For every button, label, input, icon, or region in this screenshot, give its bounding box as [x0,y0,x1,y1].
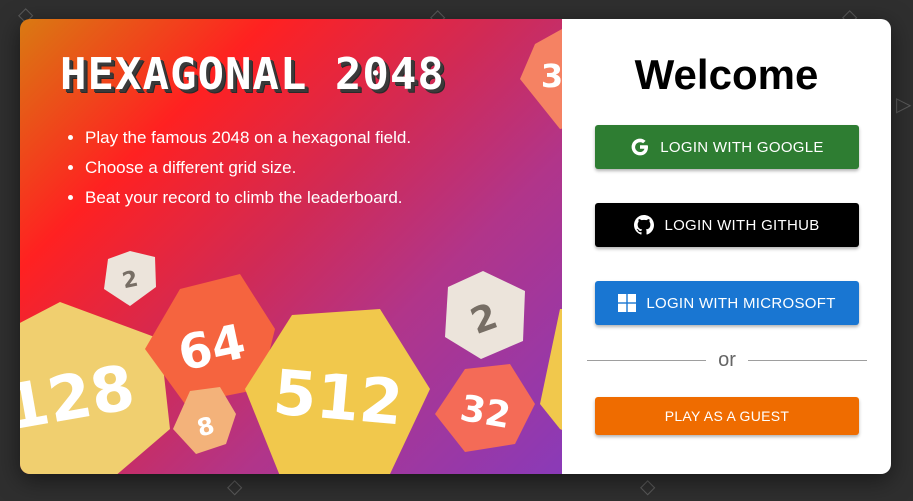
play-as-guest-label: PLAY AS A GUEST [664,408,790,424]
login-google-label: LOGIN WITH GOOGLE [660,138,824,156]
tile-2: 2 [445,271,525,359]
game-title: HEXAGONAL 2048 [60,49,445,100]
login-microsoft-label: LOGIN WITH MICROSOFT [646,294,836,312]
feature-item: Play the famous 2048 on a hexagonal fiel… [85,123,411,153]
background-diamond-icon: ◇ [227,474,243,498]
tile-512-value: 512 [270,356,405,440]
login-panel: Welcome LOGIN WITH GOOGLE LOGIN WITH GIT… [562,19,891,474]
tile-partial-top: 3 [520,29,562,129]
tile-128: 128 [20,302,170,474]
login-microsoft-button[interactable]: LOGIN WITH MICROSOFT [595,281,859,325]
microsoft-icon [618,294,637,312]
game-intro-panel: 128 64 2 8 512 2 32 3 HEXAGONAL 2048 • P… [20,19,562,474]
welcome-heading: Welcome [634,51,819,98]
login-google-button[interactable]: LOGIN WITH GOOGLE [595,125,859,169]
tile-2-small: 2 [104,251,156,306]
divider-line [587,359,707,361]
tile-partial-yellow [540,309,562,430]
github-icon [634,215,655,235]
background-triangle-icon: ▷ [896,92,912,116]
login-github-label: LOGIN WITH GITHUB [664,216,820,234]
or-text: or [718,348,736,371]
tile-32: 32 [435,364,535,452]
divider-line [747,359,868,361]
tile-partial-top-value: 3 [541,57,562,95]
play-as-guest-button[interactable]: PLAY AS A GUEST [595,397,859,435]
background-diamond-icon: ◇ [640,474,656,498]
google-icon [630,137,650,157]
login-github-button[interactable]: LOGIN WITH GITHUB [595,203,859,247]
feature-item: Beat your record to climb the leaderboar… [85,183,411,213]
or-divider: or [587,348,868,371]
login-dialog: 128 64 2 8 512 2 32 3 HEXAGONAL 2048 • P… [20,19,891,474]
feature-list: Play the famous 2048 on a hexagonal fiel… [65,123,411,213]
feature-item: Choose a different grid size. [85,153,411,183]
tile-32-value: 32 [457,388,513,437]
